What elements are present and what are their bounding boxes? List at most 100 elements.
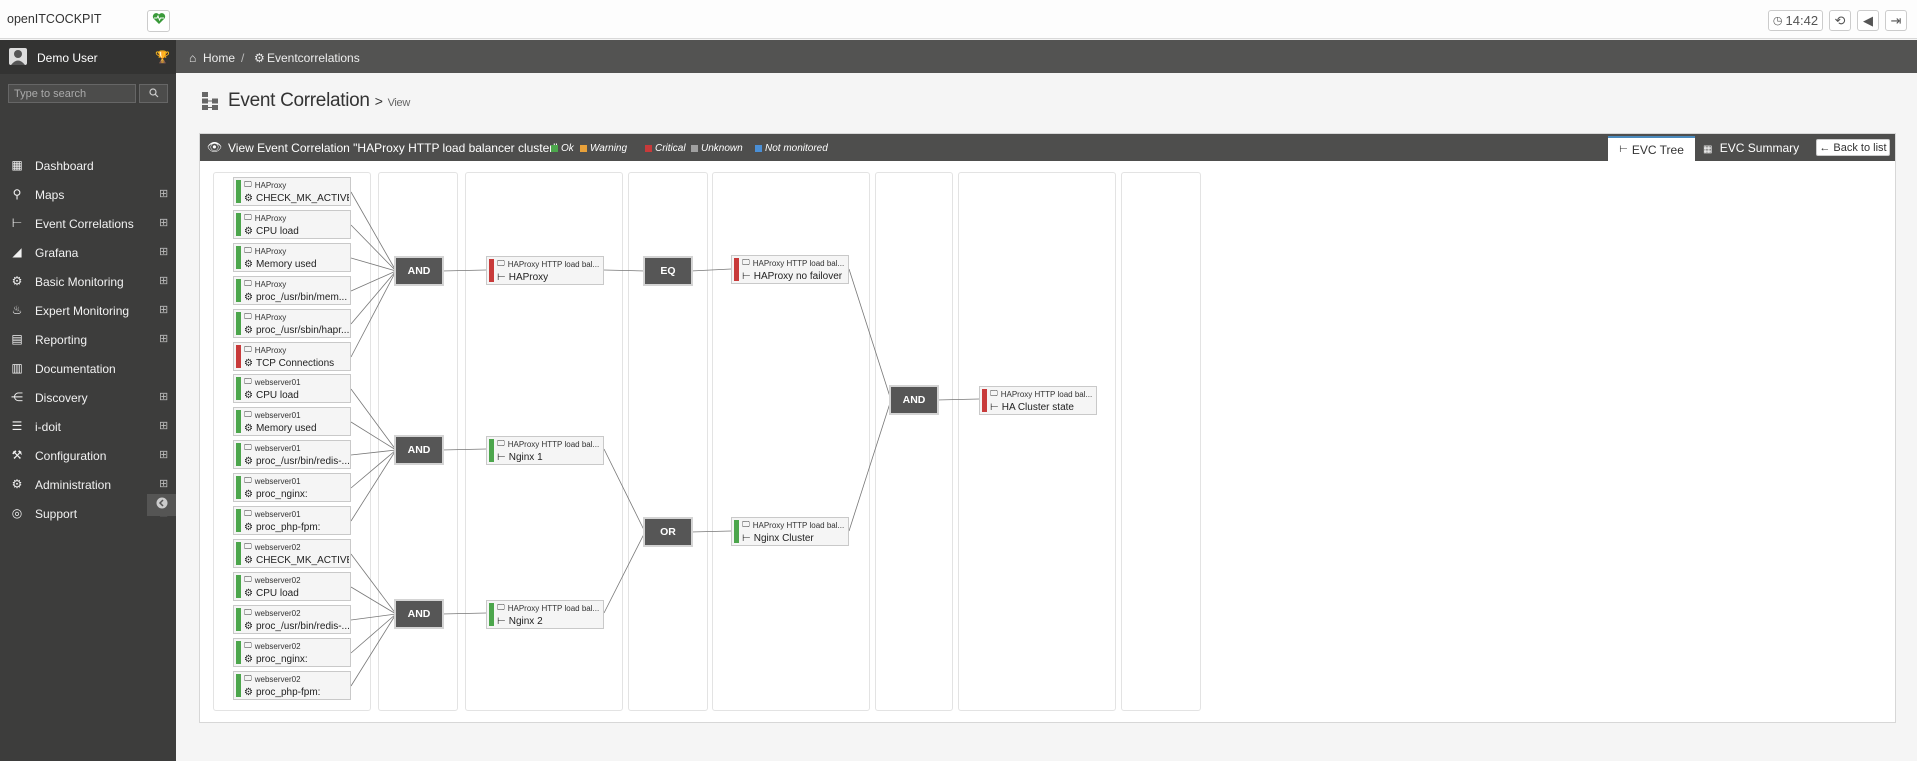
sitemap-icon: ⊢	[990, 402, 999, 413]
sidebar-item-label: Documentation	[35, 362, 116, 376]
host-name: HAProxy	[254, 312, 287, 322]
sidebar-item-label: Administration	[35, 478, 112, 492]
arrow-left-icon: ←	[1819, 141, 1831, 154]
service-node[interactable]: 🖵 webserver01 ⚙ CPU load	[233, 374, 351, 403]
expand-icon[interactable]: ⊞	[159, 187, 168, 200]
service-node[interactable]: 🖵 webserver02 ⚙ CHECK_MK_ACTIVE	[233, 539, 351, 568]
sidebar-item-event-correlations[interactable]: ⊢ Event Correlations ⊞	[0, 209, 176, 238]
evc-node-haproxy[interactable]: 🖵 HAProxy HTTP load bal... ⊢ HAProxy	[486, 256, 604, 285]
desktop-icon: 🖵	[244, 213, 252, 222]
service-node[interactable]: 🖵 webserver01 ⚙ proc_php-fpm:	[233, 506, 351, 535]
page-title: Event Correlation > View	[228, 90, 410, 112]
legend-label: Ok	[561, 143, 574, 154]
status-bar-ok	[236, 180, 241, 203]
service-name: HA Cluster state	[1001, 402, 1074, 413]
status-bar-ok	[236, 279, 241, 302]
status-bar-ok	[734, 520, 739, 543]
sidebar-item-dashboard[interactable]: ▦ Dashboard	[0, 151, 176, 180]
breadcrumb-home[interactable]: Home	[203, 51, 235, 65]
search-button[interactable]	[139, 84, 168, 103]
tab-evc-summary[interactable]: ▦ EVC Summary	[1703, 141, 1799, 155]
sidebar-item-maps[interactable]: ⚲ Maps ⊞	[0, 180, 176, 209]
expand-icon[interactable]: ⊞	[159, 477, 168, 490]
service-node[interactable]: 🖵 webserver02 ⚙ proc_/usr/bin/redis-...	[233, 605, 351, 634]
service-name: CPU load	[255, 390, 299, 401]
status-bar-ok	[236, 509, 241, 532]
sidebar-item-grafana[interactable]: ◢ Grafana ⊞	[0, 238, 176, 267]
service-node[interactable]: 🖵 HAProxy ⚙ proc_/usr/sbin/hapr...	[233, 309, 351, 338]
search-input[interactable]: Type to search	[8, 84, 136, 103]
expand-icon[interactable]: ⊞	[159, 274, 168, 287]
expand-icon[interactable]: ⊞	[159, 216, 168, 229]
user-panel[interactable]: Demo User 🏆	[0, 40, 176, 74]
status-bar-critical	[734, 258, 739, 281]
book-icon: ▥	[11, 361, 23, 375]
service-node[interactable]: 🖵 HAProxy ⚙ TCP Connections	[233, 342, 351, 371]
desktop-icon: 🖵	[244, 443, 252, 452]
expand-icon[interactable]: ⊞	[159, 419, 168, 432]
life-ring-icon: ◎	[11, 506, 23, 520]
service-node[interactable]: 🖵 webserver02 ⚙ CPU load	[233, 572, 351, 601]
service-node[interactable]: 🖵 webserver01 ⚙ Memory used	[233, 407, 351, 436]
evc-node-nginx-2[interactable]: 🖵 HAProxy HTTP load bal... ⊢ Nginx 2	[486, 600, 604, 629]
breadcrumb-separator: /	[241, 51, 245, 65]
logout-button[interactable]: ⇥	[1885, 10, 1907, 31]
system-health-button[interactable]	[147, 10, 170, 32]
service-node[interactable]: 🖵 HAProxy ⚙ CPU load	[233, 210, 351, 239]
service-node[interactable]: 🖵 HAProxy ⚙ CHECK_MK_ACTIVE	[233, 177, 351, 206]
service-node[interactable]: 🖵 HAProxy ⚙ Memory used	[233, 243, 351, 272]
service-name: Nginx 1	[508, 452, 543, 463]
status-bar-ok	[236, 674, 241, 697]
service-node[interactable]: 🖵 webserver01 ⚙ proc_nginx:	[233, 473, 351, 502]
desktop-icon: 🖵	[244, 312, 252, 321]
sidebar-item-label: Dashboard	[35, 159, 94, 173]
operator-and-haproxy: AND	[396, 258, 442, 284]
sidebar-item-reporting[interactable]: ▤ Reporting ⊞	[0, 325, 176, 354]
sidebar-item-i-doit[interactable]: ☰ i-doit ⊞	[0, 412, 176, 441]
expand-icon[interactable]: ⊞	[159, 390, 168, 403]
gear-icon: ⚙	[244, 423, 253, 434]
evc-node-nginx-cluster[interactable]: 🖵 HAProxy HTTP load bal... ⊢ Nginx Cluster	[731, 517, 849, 546]
sidebar-item-label: Grafana	[35, 246, 79, 260]
sidebar-item-basic-monitoring[interactable]: ⚙ Basic Monitoring ⊞	[0, 267, 176, 296]
sitemap-icon: ⊢	[497, 616, 506, 627]
page-subtitle-separator: >	[374, 93, 383, 109]
expand-icon[interactable]: ⊞	[159, 332, 168, 345]
collapse-sidebar-button[interactable]	[147, 494, 176, 516]
trophy-icon[interactable]: 🏆	[155, 50, 170, 64]
service-node[interactable]: 🖵 webserver02 ⚙ proc_php-fpm:	[233, 671, 351, 700]
breadcrumb-current[interactable]: Eventcorrelations	[267, 51, 360, 65]
tab-evc-tree[interactable]: ⊢ EVC Tree	[1608, 136, 1695, 161]
legend-item-warning: Warning	[580, 143, 627, 154]
expand-icon[interactable]: ⊞	[159, 303, 168, 316]
service-node[interactable]: 🖵 webserver01 ⚙ proc_/usr/bin/redis-...	[233, 440, 351, 469]
sidebar-item-configuration[interactable]: ⚒ Configuration ⊞	[0, 441, 176, 470]
evc-node-haproxy-no-failover[interactable]: 🖵 HAProxy HTTP load bal... ⊢ HAProxy no fa…	[731, 255, 849, 284]
back-to-list-button[interactable]: ← Back to list	[1816, 139, 1890, 156]
server-time: ◷ 14:42	[1768, 10, 1823, 31]
refresh-button[interactable]: ⟲	[1829, 10, 1851, 31]
legend-swatch	[580, 145, 587, 152]
gear-icon: ⚙	[244, 522, 253, 533]
service-node[interactable]: 🖵 webserver02 ⚙ proc_nginx:	[233, 638, 351, 667]
desktop-icon: 🖵	[244, 180, 252, 189]
expand-icon[interactable]: ⊞	[159, 245, 168, 258]
service-name: CPU load	[255, 588, 299, 599]
service-name: CHECK_MK_ACTIVE	[255, 193, 349, 204]
status-bar-ok	[236, 410, 241, 433]
fire-icon: ♨	[11, 303, 23, 317]
tab-evc-tree-label: EVC Tree	[1631, 142, 1684, 157]
tab-evc-summary-label: EVC Summary	[1719, 141, 1800, 155]
gear-icon: ⚙	[244, 489, 253, 500]
sidebar-item-documentation[interactable]: ▥ Documentation	[0, 354, 176, 383]
sitemap-icon: ⚙	[254, 51, 265, 65]
sidebar-item-label: Expert Monitoring	[35, 304, 130, 318]
evc-node-nginx-1[interactable]: 🖵 HAProxy HTTP load bal... ⊢ Nginx 1	[486, 436, 604, 465]
expand-icon[interactable]: ⊞	[159, 448, 168, 461]
status-bar-ok	[236, 476, 241, 499]
evc-node-ha-cluster-state[interactable]: 🖵 HAProxy HTTP load bal... ⊢ HA Cluster st…	[979, 386, 1097, 415]
service-node[interactable]: 🖵 HAProxy ⚙ proc_/usr/bin/mem...	[233, 276, 351, 305]
back-nav-button[interactable]: ◀	[1857, 10, 1879, 31]
sidebar-item-expert-monitoring[interactable]: ♨ Expert Monitoring ⊞	[0, 296, 176, 325]
sidebar-item-discovery[interactable]: ⋲ Discovery ⊞	[0, 383, 176, 412]
